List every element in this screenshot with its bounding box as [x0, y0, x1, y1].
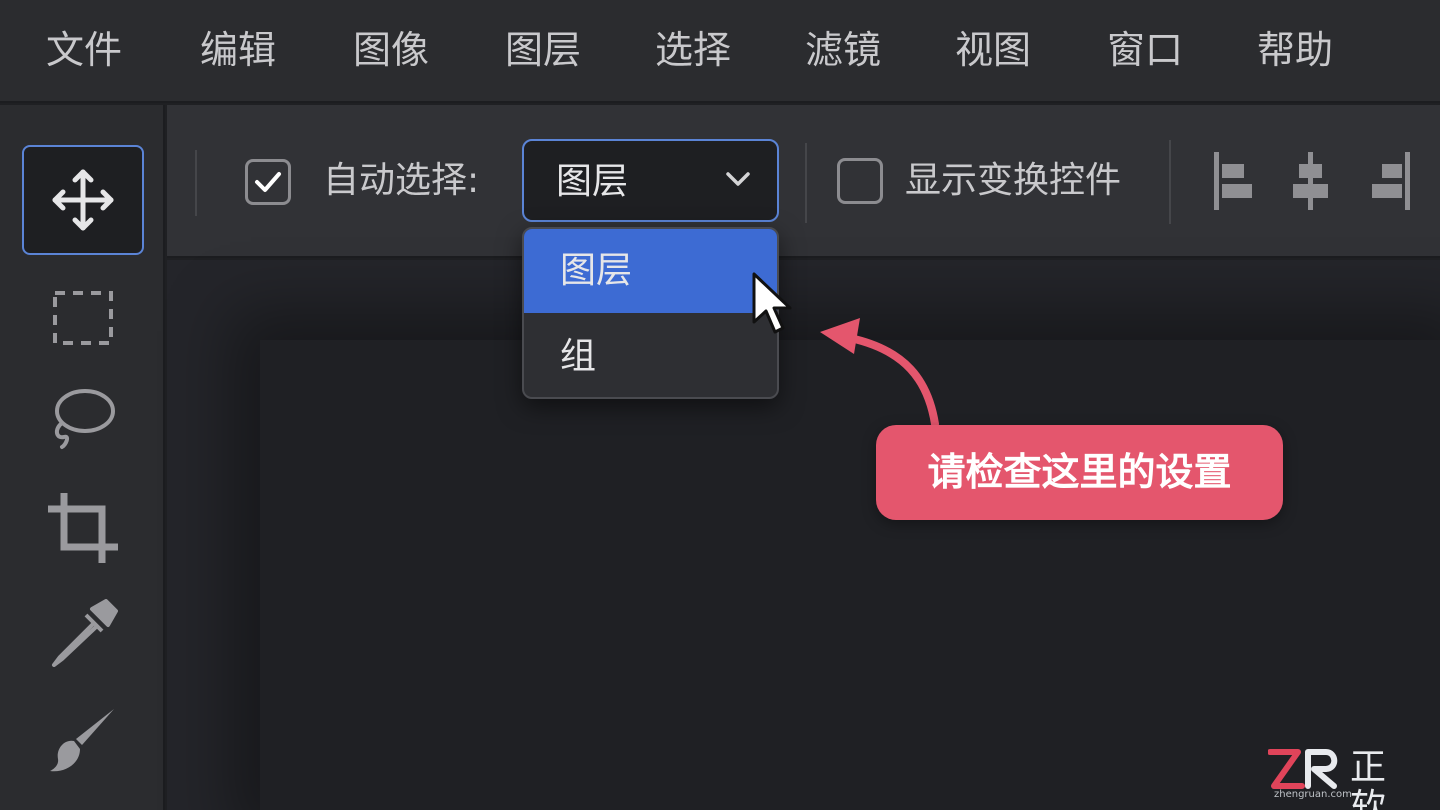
eyedropper-tool[interactable]	[22, 579, 144, 689]
menu-layer[interactable]: 图层	[505, 22, 581, 78]
auto-select-checkbox[interactable]	[245, 159, 291, 205]
align-left-icon	[1214, 152, 1252, 210]
align-right-icon	[1372, 152, 1410, 210]
watermark-name: 正软	[1350, 747, 1395, 810]
menu-filter[interactable]: 滤镜	[805, 22, 881, 78]
move-tool[interactable]	[22, 145, 144, 255]
auto-select-dropdown-menu: 图层 组	[522, 227, 779, 399]
marquee-tool[interactable]	[22, 263, 144, 373]
options-divider	[195, 150, 197, 216]
dropdown-option-label: 图层	[560, 250, 633, 291]
annotation-callout: 请检查这里的设置	[876, 425, 1283, 520]
tools-panel	[0, 105, 165, 810]
eyedropper-icon	[52, 599, 118, 667]
auto-select-target-dropdown[interactable]: 图层	[522, 139, 779, 222]
checkmark-icon	[255, 172, 281, 192]
auto-select-label: 自动选择:	[323, 160, 480, 201]
align-center-icon	[1293, 152, 1328, 210]
dropdown-option-label: 组	[560, 336, 597, 377]
lasso-icon	[55, 389, 115, 449]
brush-tool[interactable]	[22, 685, 144, 795]
watermark-url: zhengruan.com	[1274, 789, 1352, 800]
menu-select[interactable]: 选择	[655, 22, 731, 78]
align-left-button[interactable]	[1210, 150, 1260, 212]
annotation-arrow-icon	[820, 318, 939, 428]
menu-help[interactable]: 帮助	[1257, 22, 1333, 78]
zr-logo-icon	[1268, 749, 1338, 789]
menu-bar: 文件 编辑 图像 图层 选择 滤镜 视图 窗口 帮助	[0, 0, 1440, 103]
auto-select-target-value: 图层	[556, 161, 629, 202]
watermark: 正软 zhengruan.com	[1268, 748, 1433, 810]
move-icon	[52, 169, 114, 231]
brush-icon	[50, 709, 114, 772]
align-right-button[interactable]	[1370, 150, 1420, 212]
menu-view[interactable]: 视图	[955, 22, 1031, 78]
chevron-down-icon	[726, 172, 750, 186]
menu-file[interactable]: 文件	[46, 22, 122, 78]
show-transform-controls-checkbox[interactable]	[837, 158, 883, 204]
dropdown-option-layer[interactable]: 图层	[524, 229, 777, 313]
show-transform-controls-label: 显示变换控件	[905, 160, 1122, 201]
crop-tool[interactable]	[22, 473, 144, 583]
align-center-button[interactable]	[1287, 150, 1337, 212]
menu-edit[interactable]: 编辑	[200, 22, 276, 78]
menu-window[interactable]: 窗口	[1107, 22, 1183, 78]
dropdown-option-group[interactable]: 组	[524, 315, 777, 397]
marquee-icon	[53, 291, 113, 345]
annotation-text: 请检查这里的设置	[927, 450, 1232, 494]
mouse-cursor-icon	[752, 272, 792, 334]
options-divider	[1169, 140, 1171, 224]
options-divider	[805, 143, 807, 223]
menu-image[interactable]: 图像	[353, 22, 429, 78]
crop-icon	[48, 493, 118, 563]
lasso-tool[interactable]	[22, 363, 144, 473]
